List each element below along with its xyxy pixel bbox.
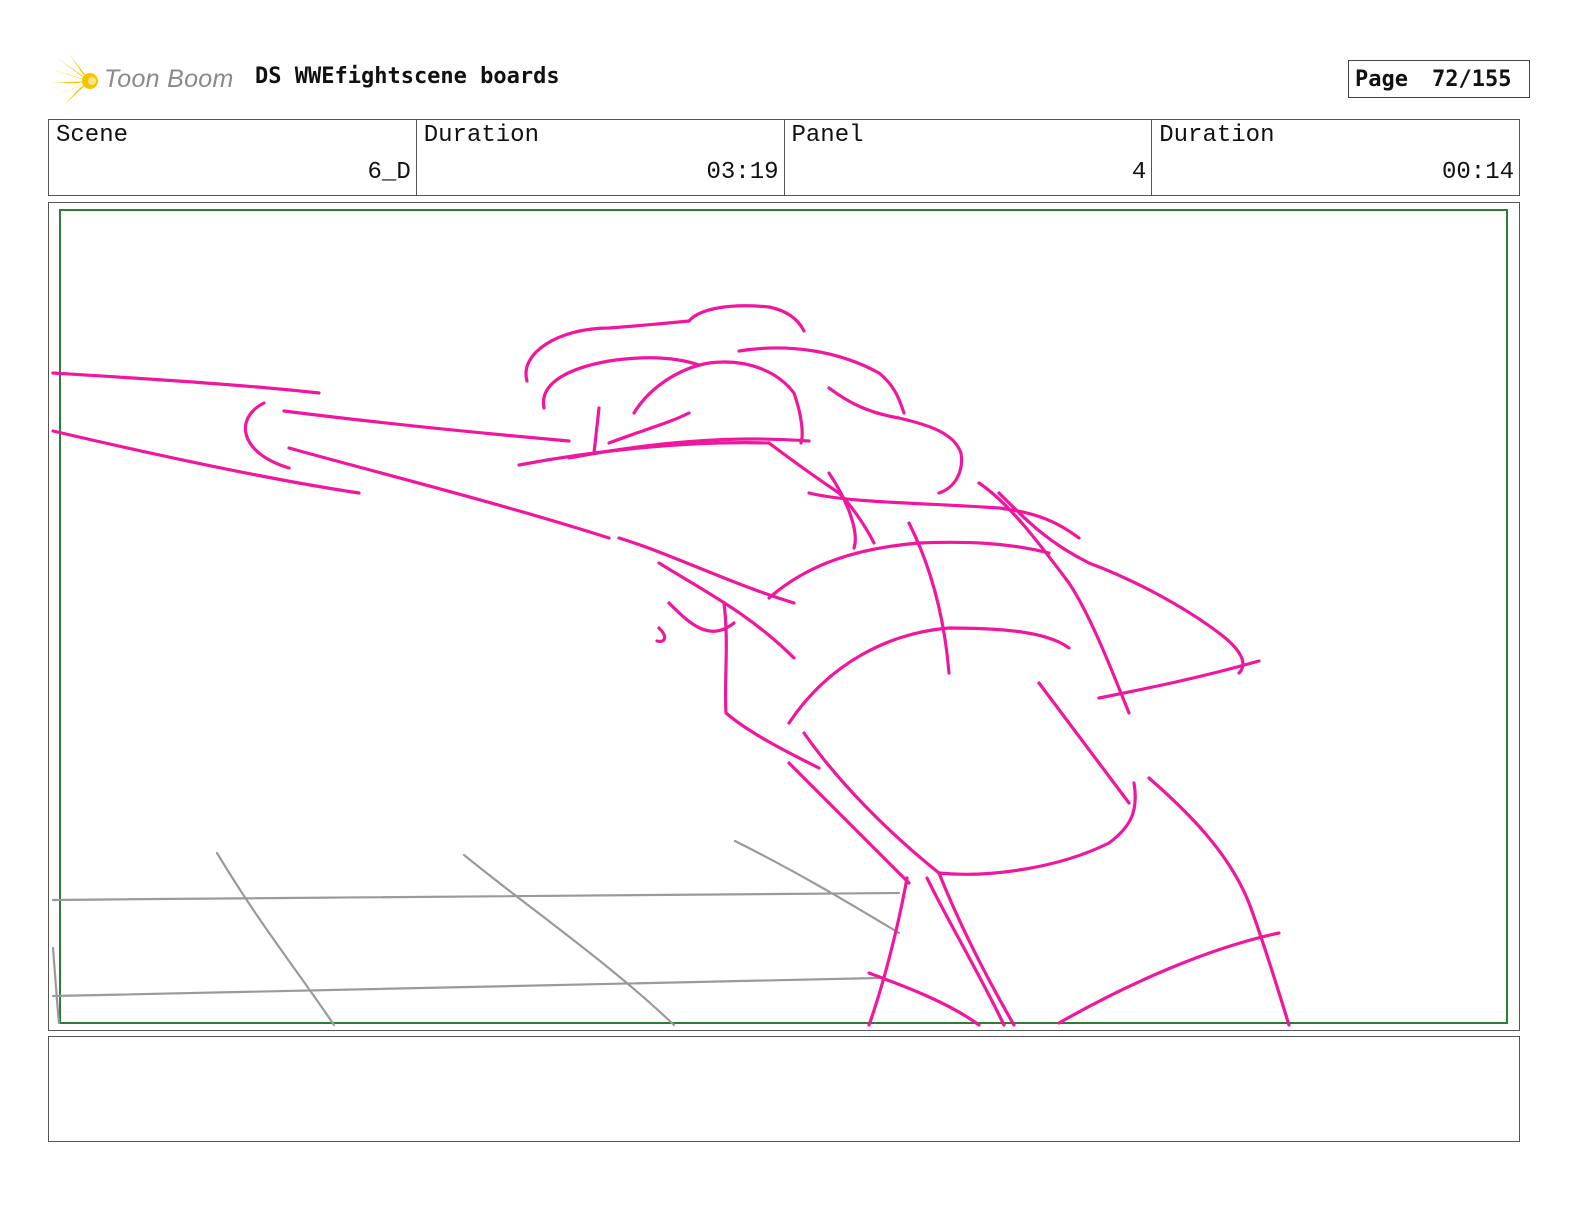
scene-duration-value: 03:19 bbox=[706, 159, 779, 186]
scene-label: Scene bbox=[56, 122, 129, 149]
panel-value: 4 bbox=[1131, 159, 1147, 186]
panel-notes-box bbox=[48, 1036, 1520, 1142]
scene-cell: Scene 6_D bbox=[49, 120, 417, 195]
safe-frame bbox=[59, 209, 1508, 1024]
ring-ropes-sketch bbox=[51, 839, 901, 1027]
page-counter: Page 72/155 bbox=[1348, 60, 1530, 98]
panel-sketch bbox=[51, 209, 1508, 1027]
sun-star-icon bbox=[50, 55, 98, 105]
panel-duration-cell: Duration 00:14 bbox=[1152, 120, 1519, 195]
panel-label: Panel bbox=[791, 122, 864, 149]
toon-boom-logo: Toon Boom bbox=[50, 55, 240, 107]
wrestler-sketch bbox=[51, 304, 1291, 1027]
page-header: Toon Boom DS WWEfightscene boards Page 7… bbox=[50, 55, 1540, 107]
panel-duration-value: 00:14 bbox=[1441, 159, 1514, 186]
logo-wordmark: Toon Boom bbox=[104, 65, 234, 93]
document-title: DS WWEfightscene boards bbox=[255, 64, 560, 89]
scene-duration-cell: Duration 03:19 bbox=[417, 120, 785, 195]
storyboard-panel bbox=[48, 202, 1520, 1031]
page-label: Page bbox=[1355, 66, 1408, 92]
page-number: 72/155 bbox=[1431, 66, 1512, 92]
panel-cell: Panel 4 bbox=[785, 120, 1153, 195]
panel-info-row: Scene 6_D Duration 03:19 Panel 4 Duratio… bbox=[48, 119, 1520, 196]
scene-value: 6_D bbox=[367, 159, 411, 186]
panel-duration-label: Duration bbox=[1159, 122, 1275, 149]
scene-duration-label: Duration bbox=[423, 122, 539, 149]
